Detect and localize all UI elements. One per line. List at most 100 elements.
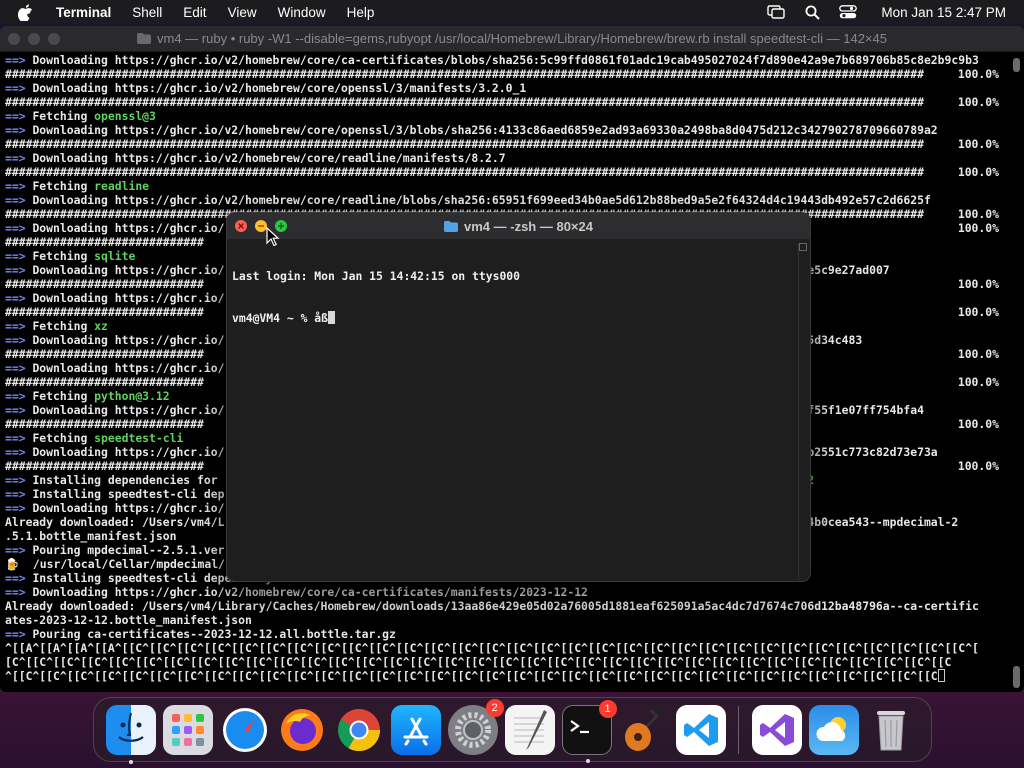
brew-arrow-marker: ==> <box>5 487 33 501</box>
background-terminal-titlebar[interactable]: vm4 — ruby • ruby -W1 --disable=gems,rub… <box>0 26 1024 52</box>
output-text: Fetching <box>32 109 95 123</box>
brew-arrow-marker: ==> <box>5 151 33 165</box>
dock-terminal[interactable]: 1 <box>561 699 617 763</box>
close-button[interactable] <box>235 220 247 232</box>
dock-garageband[interactable] <box>619 705 669 755</box>
dock-launchpad[interactable] <box>162 704 213 755</box>
terminal-icon <box>569 719 589 733</box>
output-text: ^[[A^[[A^[[A^[[A^[[C^[[C^[[C^[[C^[[C^[[C… <box>5 641 979 655</box>
progress-percent: 100.0% <box>953 459 999 473</box>
output-text: Fetching <box>32 179 95 193</box>
dock-trash[interactable] <box>866 705 916 755</box>
package-name: sqlite <box>94 249 136 263</box>
dock-separator <box>738 705 739 754</box>
brew-arrow-marker: ==> <box>5 431 33 445</box>
mouse-pointer-icon <box>266 227 280 247</box>
progress-percent: 100.0% <box>953 221 999 235</box>
terminal-output-line: ==> Fetching readline <box>5 179 1024 193</box>
dock-weather[interactable] <box>808 704 859 755</box>
close-button-inactive[interactable] <box>8 32 20 45</box>
brew-arrow-marker: ==> <box>5 249 33 263</box>
terminal-output-line: [C^[[C^[[C^[[C^[[C^[[C^[[C^[[C^[[C^[[C^[… <box>5 655 1024 669</box>
progress-percent: 100.0% <box>953 165 999 179</box>
front-terminal-titlebar[interactable]: vm4 — -zsh — 80×24 <box>227 213 810 239</box>
dock-app-store[interactable] <box>390 704 441 755</box>
scrollbar-split-icon[interactable] <box>799 243 807 251</box>
prompt-line[interactable]: vm4@VM4 ~ % åß <box>232 311 810 325</box>
weather-icon <box>815 716 846 741</box>
scrollbar-top-indicator[interactable] <box>1013 58 1020 72</box>
folder-icon <box>137 33 152 44</box>
terminal-output-line: ########################################… <box>5 137 1024 151</box>
output-text: Fetching <box>32 389 95 403</box>
text-cursor <box>937 669 945 682</box>
brew-arrow-marker: ==> <box>5 445 33 459</box>
control-center-icon[interactable] <box>839 4 858 20</box>
terminal-output-line: ^[[A^[[A^[[A^[[A^[[C^[[C^[[C^[[C^[[C^[[C… <box>5 641 1024 655</box>
brew-arrow-marker: ==> <box>5 389 33 403</box>
text-cursor <box>328 311 336 324</box>
progress-percent: 100.0% <box>953 277 999 291</box>
dock-vscode[interactable] <box>675 704 726 755</box>
apple-menu-icon[interactable] <box>18 3 36 21</box>
front-terminal-window[interactable]: vm4 — -zsh — 80×24 Last login: Mon Jan 1… <box>226 212 811 582</box>
terminal-output-line: ==> Downloading https://ghcr.io/v2/homeb… <box>5 53 1024 67</box>
terminal-output-line: ########################################… <box>5 67 1024 81</box>
output-text: .5.1.bottle_manifest.json <box>5 529 177 543</box>
brew-arrow-marker: ==> <box>5 333 33 347</box>
terminal-output-line: ==> Downloading https://ghcr.io/v2/homeb… <box>5 585 1024 599</box>
dock-visual-studio[interactable] <box>751 704 802 755</box>
dock-system-settings[interactable]: 2 <box>447 698 504 755</box>
command-input[interactable]: åß <box>314 311 328 325</box>
dock-textedit[interactable] <box>504 704 555 755</box>
notification-badge: 1 <box>598 699 617 718</box>
progress-percent: 100.0% <box>953 305 999 319</box>
zsh-session[interactable]: Last login: Mon Jan 15 14:42:15 on ttys0… <box>227 239 810 353</box>
dock-finder[interactable] <box>105 704 156 764</box>
menu-app-terminal[interactable]: Terminal <box>56 5 111 20</box>
menubar-clock[interactable]: Mon Jan 15 2:47 PM <box>881 5 1006 20</box>
dock-firefox[interactable] <box>277 705 327 755</box>
brew-arrow-marker: ==> <box>5 193 33 207</box>
menu-edit[interactable]: Edit <box>183 5 206 20</box>
progress-percent: 100.0% <box>953 347 999 361</box>
minimize-button-inactive[interactable] <box>28 32 40 45</box>
terminal-output-line: ==> Downloading https://ghcr.io/v2/homeb… <box>5 193 1024 207</box>
output-text: Pouring ca-certificates--2023-12-12.all.… <box>32 627 396 641</box>
spotlight-search-icon[interactable] <box>803 4 821 20</box>
menu-bar: Terminal Shell Edit View Window Help Mon… <box>0 0 1024 24</box>
menu-shell[interactable]: Shell <box>132 5 162 20</box>
screen-mirroring-icon[interactable] <box>767 4 786 20</box>
close-x-icon <box>238 223 244 229</box>
output-text: ^[[C^[[C^[[C^[[C^[[C^[[C^[[C^[[C^[[C^[[C… <box>5 669 938 683</box>
package-name: speedtest-cli <box>94 431 184 445</box>
launchpad-icon <box>171 713 204 746</box>
output-text: Downloading https://ghcr.io/ <box>32 221 225 235</box>
menu-view[interactable]: View <box>228 5 257 20</box>
zoom-button-inactive[interactable] <box>48 32 60 45</box>
terminal-output-line: Already downloaded: /Users/vm4/Library/C… <box>5 599 1024 613</box>
scrollbar-thumb[interactable] <box>1013 666 1020 688</box>
output-text: Fetching <box>32 319 95 333</box>
dock-chrome[interactable] <box>334 705 384 755</box>
menu-window[interactable]: Window <box>278 5 326 20</box>
brew-arrow-marker: ==> <box>5 221 33 235</box>
front-scrollbar[interactable] <box>798 243 807 579</box>
output-text: ########################################… <box>5 137 924 151</box>
brew-arrow-marker: ==> <box>5 501 33 515</box>
output-text: Pouring mpdecimal--2.5.1.ver <box>32 543 225 557</box>
brew-arrow-marker: ==> <box>5 627 33 641</box>
output-text: Downloading https://ghcr.io/v2/homebrew/… <box>32 151 506 165</box>
output-text: ############################# <box>5 417 204 431</box>
terminal-output-line: ^[[C^[[C^[[C^[[C^[[C^[[C^[[C^[[C^[[C^[[C… <box>5 669 1024 683</box>
menu-help[interactable]: Help <box>347 5 375 20</box>
package-name: readline <box>94 179 150 193</box>
running-indicator <box>585 758 590 763</box>
dock-safari[interactable] <box>220 705 270 755</box>
terminal-output-line: ########################################… <box>5 165 1024 179</box>
brew-arrow-marker: ==> <box>5 543 33 557</box>
output-text: ############################# <box>5 235 204 249</box>
visual-studio-icon <box>759 713 794 746</box>
output-text: Installing speedtest-cli dep <box>32 487 225 501</box>
output-text: Downloading https://ghcr.io/v2/homebrew/… <box>32 193 931 207</box>
